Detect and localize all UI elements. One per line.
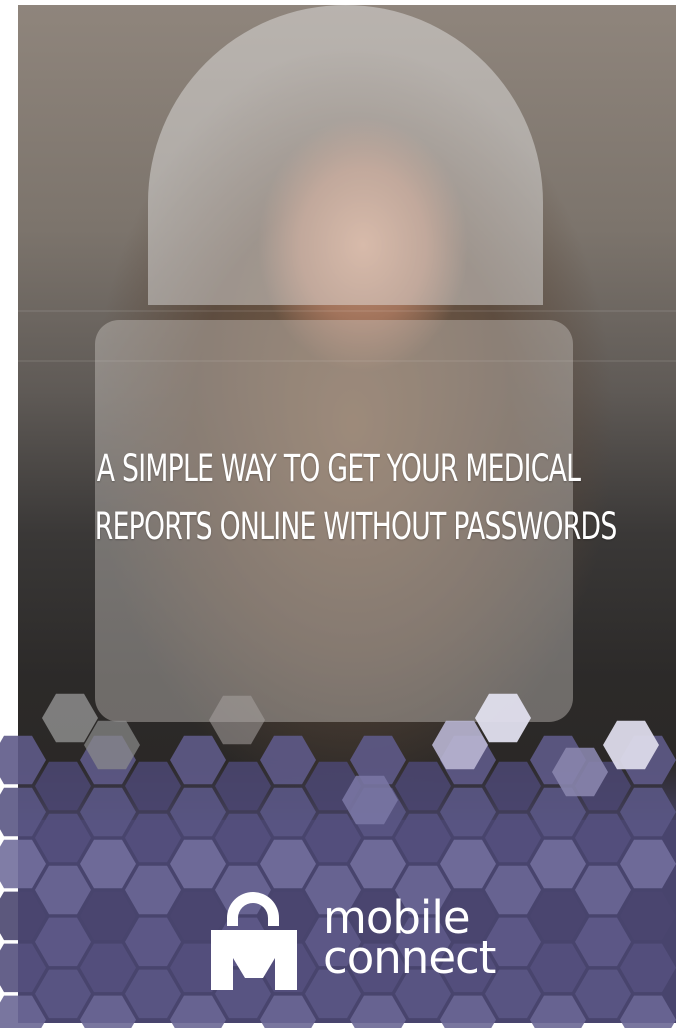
mobile-connect-logo: mobile connect	[205, 878, 505, 1008]
headline-line-1: A SIMPLE WAY TO GET YOUR MEDICAL	[96, 447, 581, 490]
hexagon-tile	[209, 695, 265, 745]
hexagon-tile	[475, 693, 531, 743]
brand-line-2: connect	[323, 931, 496, 984]
headline-line-2: REPORTS ONLINE WITHOUT PASSWORDS	[94, 505, 617, 548]
headline: A SIMPLE WAY TO GET YOUR MEDICAL REPORTS…	[94, 440, 617, 556]
brand-wordmark: mobile connect	[323, 895, 496, 984]
hexagon-tile	[42, 693, 98, 743]
mobile-connect-padlock-icon	[211, 892, 297, 990]
